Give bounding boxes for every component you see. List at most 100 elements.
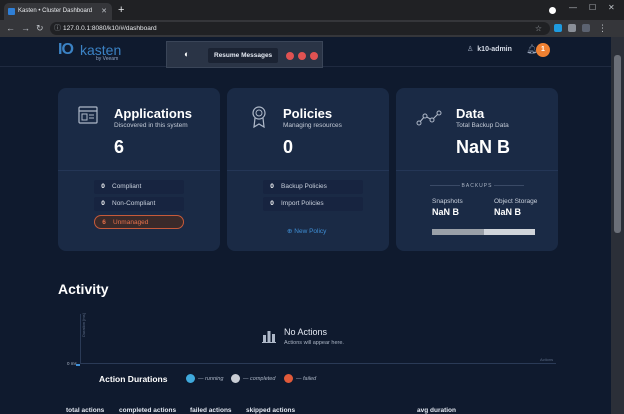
new-policy-link[interactable]: ⊕ New Policy xyxy=(287,227,326,235)
no-actions-title: No Actions xyxy=(284,327,328,337)
card-divider xyxy=(396,170,558,171)
message-dot-3[interactable] xyxy=(310,52,318,60)
address-bar[interactable]: ⓘ 127.0.0.1:8080/k10/#/dashboard ☆ xyxy=(50,22,550,35)
resume-messages-button[interactable]: Resume Messages xyxy=(208,48,279,63)
unmanaged-filter[interactable]: 6 Unmanaged xyxy=(94,215,184,229)
compliant-label: Compliant xyxy=(112,183,142,190)
logo-subtitle: by Veeam xyxy=(96,56,119,62)
new-policy-label: New Policy xyxy=(294,228,327,235)
activity-chart xyxy=(80,314,556,364)
backup-policies-filter[interactable]: 0 Backup Policies xyxy=(263,180,363,194)
applications-subtitle: Discovered in this system xyxy=(114,122,188,129)
scrollbar-thumb[interactable] xyxy=(614,55,621,233)
import-policies-count: 0 xyxy=(270,200,274,207)
account-icon[interactable] xyxy=(582,24,590,32)
col-skipped-actions: skipped actions xyxy=(246,407,296,414)
kasten-favicon-icon xyxy=(8,8,15,15)
completed-label: — completed xyxy=(243,376,276,382)
data-title: Data xyxy=(456,106,485,121)
legend-failed: — failed xyxy=(284,374,316,384)
policy-ribbon-icon xyxy=(252,106,266,128)
policies-card[interactable]: Policies Managing resources 0 0 Backup Po… xyxy=(227,88,389,251)
reload-icon[interactable]: ↻ xyxy=(36,22,44,35)
completed-swatch xyxy=(231,374,240,384)
back-icon[interactable]: ← xyxy=(6,22,15,35)
snapshots-label: Snapshots xyxy=(432,198,463,205)
browser-menu-icon[interactable]: ⋮ xyxy=(598,22,607,35)
activity-zero-tick xyxy=(76,364,80,366)
backup-usage-bar xyxy=(432,229,535,235)
minimize-icon[interactable]: — xyxy=(569,3,577,12)
user-name: k10-admin xyxy=(477,46,512,53)
applications-title: Applications xyxy=(114,106,193,121)
message-dot-1[interactable] xyxy=(286,52,294,60)
browser-tab-bar: Kasten • Cluster Dashboard ✕ + — ☐ ✕ xyxy=(0,0,624,20)
compliant-filter[interactable]: 0 Compliant xyxy=(94,180,184,194)
snapshots-value: NaN B xyxy=(432,207,460,217)
import-policies-filter[interactable]: 0 Import Policies xyxy=(263,197,363,211)
data-subtitle: Total Backup Data xyxy=(456,122,509,129)
policies-subtitle: Managing resources xyxy=(283,122,342,129)
action-durations-heading: Action Durations xyxy=(99,374,168,384)
col-avg-duration: avg duration xyxy=(417,407,457,414)
close-tab-icon[interactable]: ✕ xyxy=(101,3,107,20)
profile-icon[interactable] xyxy=(549,7,556,14)
notification-count-badge[interactable]: 1 xyxy=(536,43,550,57)
legend-running: — running xyxy=(186,374,223,384)
applications-card[interactable]: Applications Discovered in this system 6… xyxy=(58,88,220,251)
close-window-icon[interactable]: ✕ xyxy=(608,3,615,12)
data-card[interactable]: Data Total Backup Data NaN B BACKUPS Sna… xyxy=(396,88,558,251)
logo-mark: IO xyxy=(58,41,74,58)
unmanaged-label: Unmanaged xyxy=(113,219,149,226)
object-storage-label: Object Storage xyxy=(494,198,538,205)
no-actions-subtitle: Actions will appear here. xyxy=(284,340,344,346)
browser-window: Kasten • Cluster Dashboard ✕ + — ☐ ✕ ← →… xyxy=(0,0,624,414)
import-policies-label: Import Policies xyxy=(281,200,324,207)
forward-icon[interactable]: → xyxy=(21,22,30,35)
non-compliant-label: Non-Compliant xyxy=(112,200,156,207)
bookmark-star-icon[interactable]: ☆ xyxy=(535,22,542,35)
card-divider xyxy=(58,170,220,171)
message-dot-2[interactable] xyxy=(298,52,306,60)
url-text: 127.0.0.1:8080/k10/#/dashboard xyxy=(63,25,157,32)
failed-label: — failed xyxy=(296,376,317,382)
data-graph-icon xyxy=(416,110,442,126)
user-icon: ♙ xyxy=(467,46,474,53)
user-menu[interactable]: ♙ k10-admin xyxy=(467,45,512,53)
applications-count: 6 xyxy=(114,137,125,157)
backups-rule-right xyxy=(494,185,524,186)
object-storage-value: NaN B xyxy=(494,207,522,217)
backups-heading: BACKUPS xyxy=(461,183,493,189)
extensions-puzzle-icon[interactable] xyxy=(568,24,576,32)
browser-toolbar: ← → ↻ ⓘ 127.0.0.1:8080/k10/#/dashboard ☆… xyxy=(0,20,624,37)
col-total-actions: total actions xyxy=(66,407,105,414)
legend-completed: — completed xyxy=(231,374,275,384)
data-total: NaN B xyxy=(456,137,511,157)
backup-policies-label: Backup Policies xyxy=(281,183,327,190)
browser-tab[interactable]: Kasten • Cluster Dashboard ✕ xyxy=(4,3,112,20)
non-compliant-filter[interactable]: 0 Non-Compliant xyxy=(94,197,184,211)
site-info-icon[interactable]: ⓘ xyxy=(54,22,61,35)
col-failed-actions: failed actions xyxy=(190,407,232,414)
compliant-count: 0 xyxy=(101,183,105,190)
running-label: — running xyxy=(198,376,224,382)
bar-chart-icon xyxy=(262,331,276,343)
unmanaged-count: 6 xyxy=(102,219,106,226)
backup-usage-fill xyxy=(432,229,484,235)
failed-swatch xyxy=(284,374,293,384)
backup-policies-count: 0 xyxy=(270,183,274,190)
extension-icon[interactable] xyxy=(554,24,562,32)
non-compliant-count: 0 xyxy=(101,200,105,207)
tab-title: Kasten • Cluster Dashboard xyxy=(18,8,93,14)
theme-toggle-icon[interactable]: ◐ xyxy=(184,49,189,59)
col-completed-actions: completed actions xyxy=(119,407,177,414)
messages-bar: ◐ Resume Messages xyxy=(166,41,323,68)
new-tab-button[interactable]: + xyxy=(118,3,124,17)
applications-icon xyxy=(78,106,98,124)
activity-x-label: Actions xyxy=(540,357,554,362)
kasten-dashboard: IO kasten by Veeam ♙ k10-admin 🔔︎ 1 ◐ Res… xyxy=(0,37,611,414)
page-scrollbar[interactable] xyxy=(611,37,624,414)
policies-title: Policies xyxy=(283,106,333,121)
activity-y-label: Duration [ms] xyxy=(81,313,86,337)
maximize-icon[interactable]: ☐ xyxy=(589,3,596,12)
